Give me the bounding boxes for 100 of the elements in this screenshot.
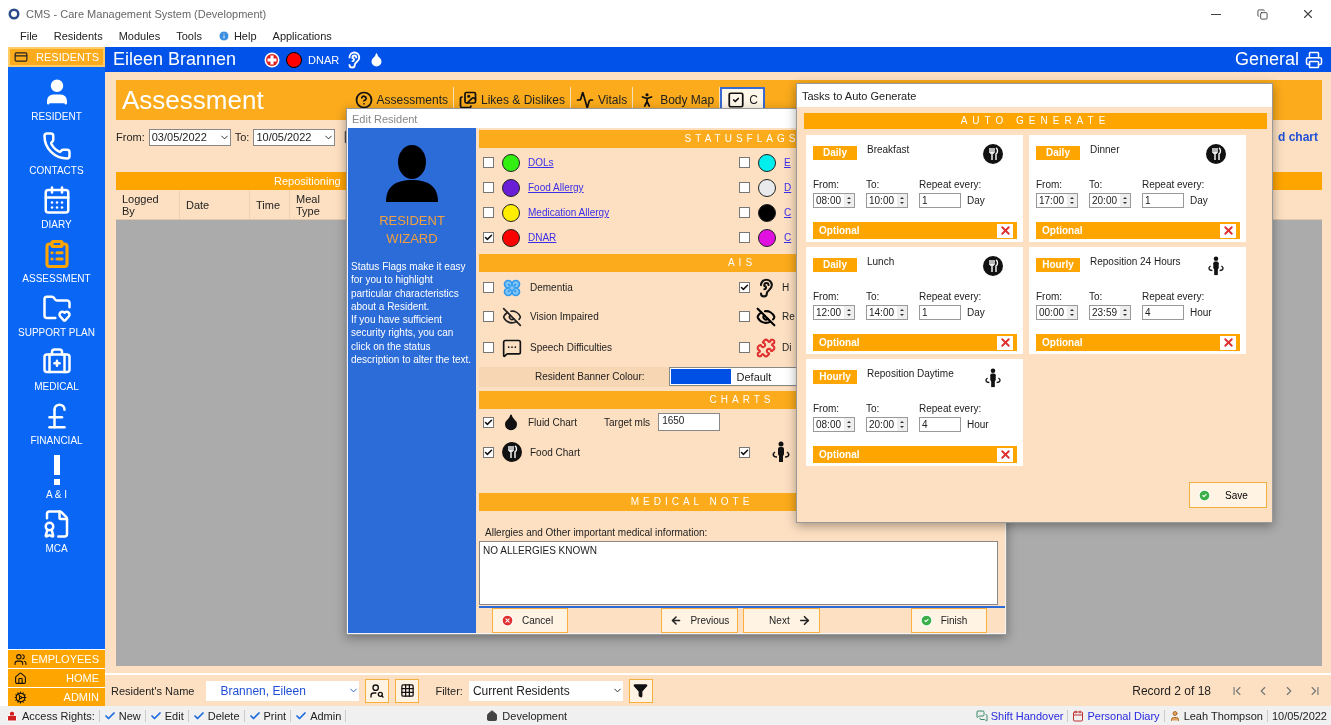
resident-combo[interactable]: Brannen, Eileen (206, 680, 360, 701)
checkbox[interactable] (739, 207, 750, 218)
spin-arrows-icon[interactable] (897, 306, 907, 319)
flag-link[interactable]: Food Allergy (528, 182, 584, 193)
date-field[interactable]: 03/05/2022 (148, 128, 231, 146)
checkbox[interactable] (739, 232, 750, 243)
checkbox[interactable] (483, 416, 494, 428)
spin-arrows-icon[interactable] (1067, 306, 1077, 319)
checkbox[interactable] (739, 182, 750, 193)
sidebar-item[interactable]: FINANCIAL (8, 395, 105, 449)
time-field[interactable]: 12:00 (813, 305, 855, 320)
sidebar-item[interactable]: ASSESSMENT (8, 233, 105, 287)
spin-arrows-icon[interactable] (844, 194, 854, 207)
column-group-header: Repositioning (273, 174, 342, 189)
time-field[interactable]: 10:00 (866, 193, 908, 208)
checkbox[interactable] (739, 282, 750, 293)
time-field[interactable]: 23:59 (1089, 305, 1131, 320)
access-right: Delete (188, 709, 245, 722)
sidebar-item[interactable]: CONTACTS (8, 125, 105, 179)
flag-link[interactable]: C (784, 207, 792, 218)
checkbox[interactable] (483, 157, 494, 168)
remove-button[interactable] (997, 447, 1013, 462)
time-field[interactable]: 17:00 (1036, 193, 1078, 208)
target-input[interactable]: 1650 (658, 413, 721, 432)
time-field[interactable]: 08:00 (813, 417, 855, 432)
flag-link[interactable]: E (784, 157, 791, 168)
check-icon (295, 709, 308, 722)
menu-item[interactable]: Modules (110, 30, 169, 42)
spin-arrows-icon[interactable] (1067, 194, 1077, 207)
grid-button[interactable] (395, 678, 420, 703)
time-field[interactable]: 14:00 (866, 305, 908, 320)
chart-link[interactable]: d chart (1278, 130, 1322, 144)
repeat-field[interactable]: 1 (919, 193, 961, 208)
next-button[interactable]: Next (743, 608, 820, 633)
repeat-field[interactable]: 4 (919, 417, 961, 432)
spin-arrows-icon[interactable] (844, 418, 854, 431)
finish-button[interactable]: Finish (910, 608, 987, 633)
flag-link[interactable]: DNAR (528, 232, 557, 243)
checkbox[interactable] (739, 446, 750, 458)
menu-item[interactable]: Tools (168, 30, 210, 42)
checkbox[interactable] (483, 207, 494, 218)
repeat-field[interactable]: 1 (919, 305, 961, 320)
checkbox[interactable] (483, 311, 494, 322)
restore-icon (1256, 8, 1268, 20)
spin-arrows-icon[interactable] (897, 418, 907, 431)
remove-button[interactable] (1220, 223, 1236, 238)
menu-item[interactable]: Help (209, 30, 265, 42)
remove-button[interactable] (997, 335, 1013, 350)
menu-item[interactable]: File (12, 30, 46, 42)
spin-arrows-icon[interactable] (897, 194, 907, 207)
checkbox[interactable] (483, 182, 494, 193)
spin-arrows-icon[interactable] (1120, 194, 1130, 207)
menu-item[interactable]: Applications (264, 30, 340, 42)
minimize-icon (1211, 13, 1221, 15)
filter-combo[interactable]: Current Residents (468, 680, 623, 701)
menu-item[interactable]: Residents (45, 30, 111, 42)
checkbox[interactable] (739, 157, 750, 168)
flag-link[interactable]: Medication Allergy (528, 207, 610, 218)
task-name: Dinner (1090, 144, 1120, 155)
sidebar-item[interactable]: A & I (8, 449, 105, 503)
filter-label: Filter: (435, 684, 463, 697)
time-field[interactable]: 00:00 (1036, 305, 1078, 320)
spin-arrows-icon[interactable] (1120, 306, 1130, 319)
flag-link[interactable]: C (784, 232, 792, 243)
remove-button[interactable] (1220, 335, 1236, 350)
date-field[interactable]: 10/05/2022 (253, 128, 336, 146)
person-turning-icon (983, 368, 1003, 388)
time-field[interactable]: 08:00 (813, 193, 855, 208)
save-button[interactable]: Save (1189, 482, 1267, 508)
status-link[interactable]: Personal Diary (1068, 709, 1165, 722)
repeat-field[interactable]: 1 (1142, 193, 1184, 208)
checkbox[interactable] (483, 342, 494, 353)
checkbox[interactable] (483, 446, 494, 458)
field-label: From: (813, 291, 841, 302)
column-header: Time (250, 190, 290, 219)
checkbox[interactable] (483, 232, 494, 243)
time-field[interactable]: 20:00 (866, 417, 908, 432)
cancel-button[interactable]: Cancel (492, 608, 569, 633)
notes-field[interactable]: NO ALLERGIES KNOWN (479, 540, 998, 605)
status-link[interactable]: Shift Handover (971, 709, 1069, 722)
sidebar-item[interactable]: MCA (8, 503, 105, 557)
optional-bar: Optional (1036, 222, 1240, 239)
filter-button[interactable] (628, 678, 653, 703)
flag-link[interactable]: D (784, 182, 792, 193)
checkbox[interactable] (739, 311, 750, 322)
repeat-field[interactable]: 4 (1142, 305, 1184, 320)
time-field[interactable]: 20:00 (1089, 193, 1131, 208)
previous-button[interactable]: Previous (661, 608, 739, 633)
flag-link[interactable]: DOLs (528, 157, 554, 168)
checkbox[interactable] (483, 282, 494, 293)
search-person-button[interactable] (365, 678, 390, 703)
sidebar-item[interactable]: SUPPORT PLAN (8, 287, 105, 341)
unit-label: Day (967, 195, 986, 206)
sidebar-item[interactable]: MEDICAL (8, 341, 105, 395)
sidebar-item[interactable]: DIARY (8, 179, 105, 233)
sidebar-item[interactable]: RESIDENT (8, 71, 105, 125)
spin-arrows-icon[interactable] (844, 306, 854, 319)
droplet-icon (502, 413, 520, 432)
checkbox[interactable] (739, 342, 750, 353)
remove-button[interactable] (997, 223, 1013, 238)
